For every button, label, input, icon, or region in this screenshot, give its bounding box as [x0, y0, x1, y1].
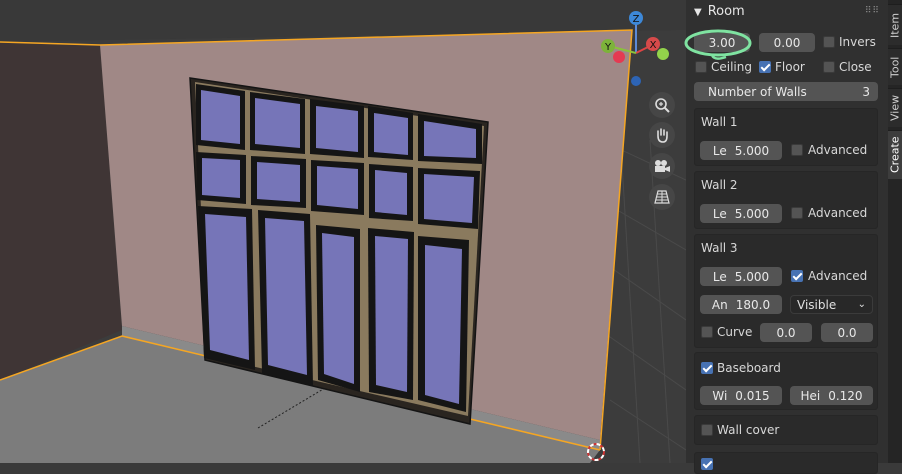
- floor-checkbox[interactable]: [759, 61, 771, 73]
- gizmo-y-label: Y: [604, 42, 612, 53]
- ceiling-label: Ceiling: [711, 60, 752, 74]
- invers-checkbox[interactable]: [823, 36, 835, 48]
- length-prefix: Le: [712, 143, 727, 158]
- length-prefix: Le: [712, 269, 727, 284]
- tab-tool[interactable]: Tool: [888, 48, 902, 85]
- wall-1-advanced-checkbox[interactable]: [791, 144, 803, 156]
- length-value: 5.000: [734, 143, 770, 158]
- wall-2-advanced-checkbox[interactable]: [791, 207, 803, 219]
- panel-header[interactable]: ▼ Room: [694, 4, 745, 19]
- wall-3-curve-checkbox[interactable]: [701, 326, 713, 338]
- wall-cover-checkbox[interactable]: [701, 424, 713, 436]
- wall-2-advanced-label: Advanced: [808, 206, 868, 220]
- wall-cover-box: Wall cover: [694, 415, 878, 445]
- walls-count-label: Number of Walls: [708, 84, 807, 99]
- baseboard-checkbox[interactable]: [701, 362, 713, 374]
- visibility-dropdown[interactable]: Visible ⌄: [790, 295, 873, 314]
- wall-3-advanced-checkbox[interactable]: [791, 270, 803, 282]
- wall-1-title: Wall 1: [701, 115, 738, 129]
- next-section-checkbox[interactable]: [701, 458, 713, 470]
- visibility-value: Visible: [797, 297, 837, 312]
- width-prefix: Wi: [712, 388, 728, 403]
- wall-3-box: Wall 3 Le 5.000 Advanced An 180.0 Visible …: [694, 234, 878, 348]
- sidebar-panel: ▼ Room ⠿⠿ 3.00 0.00 Invers Ceiling Floor …: [684, 0, 888, 474]
- zoom-icon[interactable]: [649, 92, 675, 118]
- wall-3-length-field[interactable]: Le 5.000: [700, 267, 782, 286]
- angle-value: 180.0: [735, 297, 771, 312]
- baseboard-width-field[interactable]: Wi 0.015: [700, 386, 782, 405]
- angle-prefix: An: [711, 297, 728, 312]
- grid-perspective-icon[interactable]: [649, 184, 675, 210]
- wall-2-length-field[interactable]: Le 5.000: [700, 204, 782, 223]
- hand-pan-icon[interactable]: [649, 122, 675, 148]
- next-section-box: [694, 452, 878, 474]
- tab-view[interactable]: View: [888, 88, 902, 127]
- baseboard-box: Baseboard Wi 0.015 Hei 0.120: [694, 352, 878, 410]
- wall-2-box: Wall 2 Le 5.000 Advanced: [694, 171, 878, 229]
- length-prefix: Le: [712, 206, 727, 221]
- tab-item[interactable]: Item: [888, 4, 902, 45]
- camera-icon[interactable]: [649, 153, 675, 179]
- curve-a-field[interactable]: 0.0: [760, 323, 812, 342]
- close-checkbox[interactable]: [823, 61, 835, 73]
- length-value: 5.000: [734, 269, 770, 284]
- wall-3-curve-label: Curve: [717, 325, 753, 339]
- drag-handle-icon[interactable]: ⠿⠿: [865, 6, 880, 16]
- offset-field[interactable]: 0.00: [759, 33, 815, 52]
- close-label: Close: [839, 60, 872, 74]
- navigation-gizmo[interactable]: Z X Y: [596, 8, 674, 90]
- height-prefix: Hei: [800, 388, 821, 403]
- wall-1-advanced-label: Advanced: [808, 143, 868, 157]
- gizmo-z-label: Z: [633, 14, 640, 25]
- baseboard-height-field[interactable]: Hei 0.120: [790, 386, 873, 405]
- panel-title: Room: [707, 4, 745, 19]
- sidebar-tabs: Item Tool View Create: [888, 0, 902, 463]
- height-value: 0.120: [828, 388, 863, 403]
- chevron-down-icon: ⌄: [857, 299, 866, 310]
- baseboard-label: Baseboard: [717, 361, 781, 375]
- wall-cover-label: Wall cover: [717, 423, 780, 437]
- scene: [0, 0, 686, 463]
- wall-3-advanced-label: Advanced: [808, 269, 868, 283]
- ceiling-checkbox[interactable]: [695, 61, 707, 73]
- wall-3-angle-field[interactable]: An 180.0: [700, 295, 782, 314]
- 3d-viewport[interactable]: Z X Y: [0, 0, 686, 463]
- tab-create[interactable]: Create: [888, 130, 902, 179]
- curve-b-field[interactable]: 0.0: [821, 323, 873, 342]
- invers-label: Invers: [839, 35, 876, 49]
- length-value: 5.000: [734, 206, 770, 221]
- wall-3-title: Wall 3: [701, 241, 738, 255]
- collapse-arrow-icon[interactable]: ▼: [694, 7, 702, 18]
- wall-2-title: Wall 2: [701, 178, 738, 192]
- wall-1-box: Wall 1 Le 5.000 Advanced: [694, 108, 878, 166]
- width-value: 0.015: [735, 388, 770, 403]
- floor-label: Floor: [775, 60, 805, 74]
- walls-count-field[interactable]: Number of Walls 3: [694, 82, 878, 101]
- walls-count-value: 3: [862, 84, 870, 99]
- wall-1-length-field[interactable]: Le 5.000: [700, 141, 782, 160]
- gizmo-x-label: X: [650, 40, 657, 51]
